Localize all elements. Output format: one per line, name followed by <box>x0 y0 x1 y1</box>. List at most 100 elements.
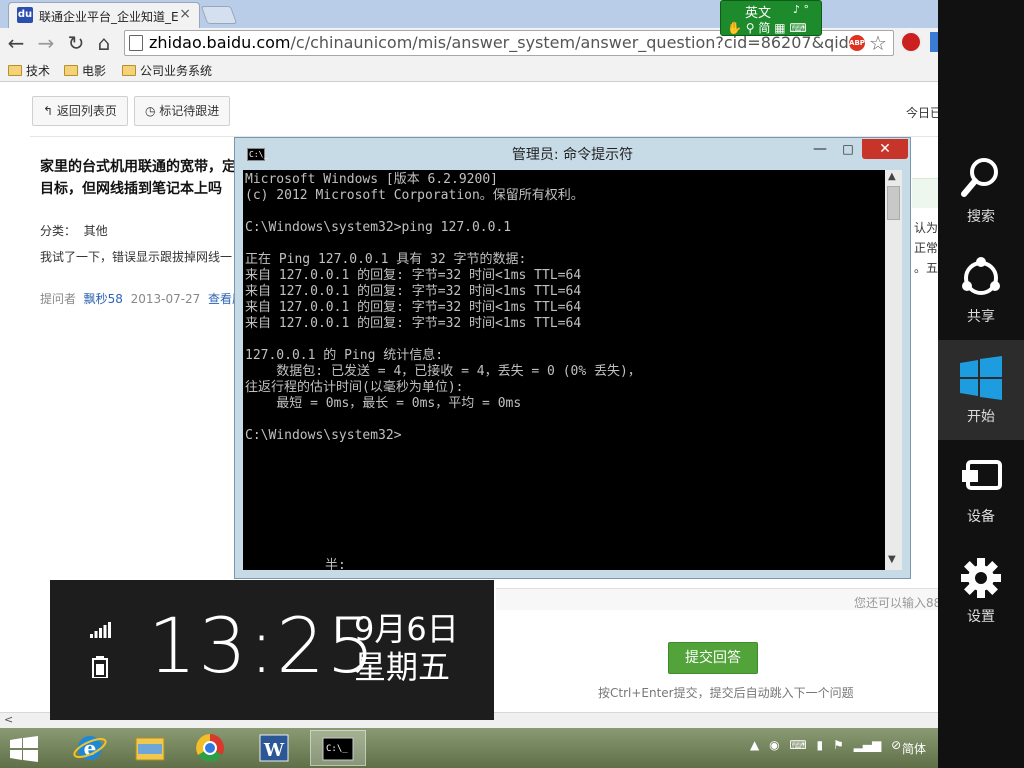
start-button[interactable] <box>10 736 38 762</box>
forward-icon[interactable]: → <box>34 31 58 55</box>
ime-tools[interactable]: ✋ ⚲ 简 ▦ ⌨ <box>727 19 807 36</box>
taskbar-cmd[interactable]: C:\_ <box>310 730 366 766</box>
windows-icon <box>960 356 1002 400</box>
back-to-list-label: 返回列表页 <box>56 104 117 118</box>
extension-icon[interactable] <box>930 32 938 52</box>
mark-follow-up-button[interactable]: ◷ 标记待跟进 <box>134 96 231 126</box>
browser-tab[interactable]: du 联通企业平台_企业知道_E × <box>8 2 200 28</box>
ime-simplified: 简 <box>758 21 771 35</box>
scroll-left-icon[interactable]: < <box>4 713 13 726</box>
folder-icon <box>122 65 136 76</box>
asker-name-link[interactable]: 飘秒58 <box>84 292 123 306</box>
charm-label: 设备 <box>967 509 995 525</box>
volume-muted-icon[interactable]: ⊘ <box>891 738 901 752</box>
keyboard-tray-icon[interactable]: ⌨ <box>789 738 806 752</box>
tab-title: 联通企业平台_企业知道_E <box>39 10 179 24</box>
bookmark-folder-movies[interactable]: 电影 <box>64 62 106 79</box>
charm-settings[interactable]: 设置 <box>938 540 1024 640</box>
taskbar-chrome[interactable] <box>182 730 238 766</box>
remaining-chars: 您还可以输入88 <box>854 596 938 610</box>
new-tab-button[interactable] <box>200 6 238 24</box>
charm-devices[interactable]: 设备 <box>938 440 1024 540</box>
today-stats: 今日已 <box>906 106 938 120</box>
vertical-scrollbar[interactable]: ▲ ▼ <box>885 170 902 570</box>
question-title: 家里的台式机用联通的宽带，定目标，但网线插到笔记本上吗 <box>40 159 236 197</box>
adblock-icon[interactable]: ABP <box>849 35 865 51</box>
answer-text-line: 。五 <box>914 261 938 275</box>
return-icon: ↰ <box>43 104 57 118</box>
gear-icon <box>961 558 1001 598</box>
flag-icon[interactable]: ⚑ <box>833 738 844 752</box>
bookmark-label: 公司业务系统 <box>140 64 213 78</box>
charm-search[interactable]: 搜索 <box>938 140 1024 240</box>
cmd-title-bar[interactable]: C:\_ 管理员: 命令提示符 — □ ✕ <box>235 138 910 170</box>
bookmark-star-icon[interactable]: ☆ <box>869 31 887 55</box>
submit-answer-button[interactable]: 提交回答 <box>668 642 758 674</box>
charm-label: 设置 <box>967 609 995 625</box>
charm-label: 开始 <box>967 409 995 425</box>
share-icon <box>962 257 1000 295</box>
back-icon[interactable]: ← <box>4 31 28 55</box>
back-to-list-button[interactable]: ↰ 返回列表页 <box>32 96 128 126</box>
clock-time: 13:25 <box>148 601 378 690</box>
command-prompt-window[interactable]: C:\_ 管理员: 命令提示符 — □ ✕ Microsoft Windows … <box>234 137 911 579</box>
answer-text-line: 认为 <box>914 221 938 235</box>
ime-mode-icons[interactable]: ♪ ° <box>793 3 809 16</box>
category-value: 其他 <box>83 224 108 238</box>
tray-expand-icon[interactable]: ▲ <box>750 738 759 752</box>
signal-tray-icon[interactable]: ▂▄▆ <box>854 738 882 752</box>
question-description: 我试了一下，错误显示跟拔掉网线一 <box>40 250 233 264</box>
keyboard-icon: ▦ ⌨ <box>770 21 807 35</box>
internet-explorer-icon: e <box>73 736 107 760</box>
category-label: 分类： <box>40 224 77 238</box>
home-icon[interactable]: ⌂ <box>92 31 116 55</box>
bookmark-folder-tech[interactable]: 技术 <box>8 62 50 79</box>
charm-label: 搜索 <box>967 209 995 225</box>
scroll-up-icon[interactable]: ▲ <box>888 171 896 182</box>
scroll-down-icon[interactable]: ▼ <box>888 554 896 565</box>
bookmark-folder-business[interactable]: 公司业务系统 <box>122 62 212 79</box>
charm-share[interactable]: 共享 <box>938 240 1024 340</box>
bookmark-label: 电影 <box>82 64 107 78</box>
extension-stop-icon[interactable] <box>900 31 922 53</box>
taskbar-ie[interactable]: e <box>62 730 118 766</box>
submit-hint: 按Ctrl+Enter提交，提交后自动跳入下一个问题 <box>598 686 854 700</box>
taskbar-explorer[interactable] <box>122 730 178 766</box>
qq-icon[interactable]: ◉ <box>769 738 779 752</box>
date-day: 9月6日 <box>354 610 459 648</box>
minimize-button[interactable]: — <box>807 140 833 160</box>
devices-icon <box>962 460 1002 490</box>
input-language[interactable]: 简体 <box>902 740 926 757</box>
console-output[interactable]: Microsoft Windows [版本 6.2.9200] (c) 2012… <box>243 170 885 570</box>
maximize-button[interactable]: □ <box>835 140 861 160</box>
asker-label: 提问者 <box>40 292 77 306</box>
reload-icon[interactable]: ↻ <box>64 31 88 55</box>
scroll-thumb[interactable] <box>887 186 900 220</box>
date-weekday: 星期五 <box>354 648 451 686</box>
clock-icon: ◷ <box>145 104 160 118</box>
system-tray: ▲ ◉ ⌨ ▮ ⚑ ▂▄▆ ⊘ <box>750 738 907 758</box>
question-category: 分类： 其他 <box>40 222 108 239</box>
ime-toolbar[interactable]: 英文 ♪ ° ✋ ⚲ 简 ▦ ⌨ <box>720 0 822 36</box>
folder-icon <box>64 65 78 76</box>
tab-close-icon[interactable]: × <box>179 6 191 22</box>
signal-icon <box>90 622 111 638</box>
console-text: Microsoft Windows [版本 6.2.9200] (c) 2012… <box>245 172 641 443</box>
clock-date: 9月6日 星期五 <box>354 610 459 686</box>
ime-status: 半: <box>325 558 346 570</box>
folder-icon <box>8 65 22 76</box>
bookmark-label: 技术 <box>26 64 51 78</box>
mark-follow-up-label: 标记待跟进 <box>159 104 220 118</box>
taskbar: e W C:\_ ▲ ◉ ⌨ ▮ ⚑ ▂▄▆ ⊘ 简体 <box>0 728 938 768</box>
network-tray-icon[interactable]: ▮ <box>817 738 824 752</box>
url-host: zhidao.baidu.com <box>149 33 291 52</box>
close-button[interactable]: ✕ <box>862 139 908 159</box>
answer-preview-text: 认为 正常 。五 <box>914 218 938 278</box>
answer-text-line: 正常 <box>914 241 938 255</box>
bookmarks-bar: 技术 电影 公司业务系统 <box>0 58 938 82</box>
answer-panel-header <box>912 178 938 208</box>
taskbar-word[interactable]: W <box>246 730 302 766</box>
charm-start[interactable]: 开始 <box>938 340 1024 440</box>
asker-date: 2013-07-27 <box>130 292 201 306</box>
baidu-favicon-icon: du <box>17 7 33 23</box>
